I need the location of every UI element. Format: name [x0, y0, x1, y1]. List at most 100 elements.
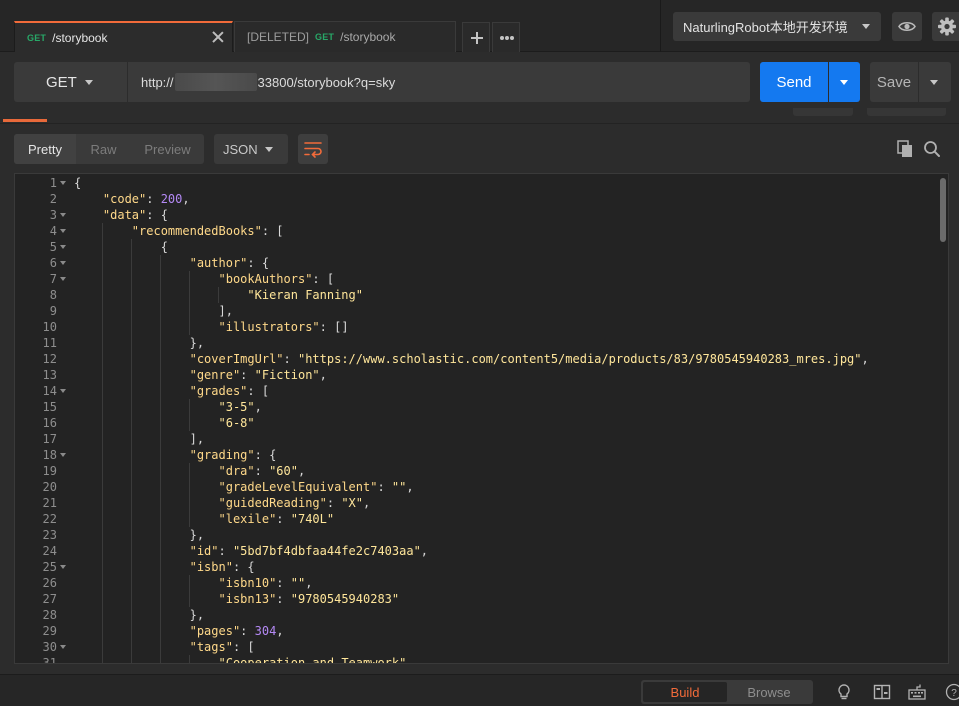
save-button[interactable]: Save — [870, 62, 918, 102]
fold-toggle-icon[interactable] — [60, 181, 66, 185]
new-tab-button[interactable] — [462, 22, 490, 52]
code-token: : [ — [261, 224, 284, 238]
fold-toggle-icon[interactable] — [60, 645, 66, 649]
code-text: "genre": "Fiction", — [190, 367, 327, 383]
code-line: 17], — [15, 431, 935, 447]
indent-guide — [159, 591, 161, 607]
request-tab-deleted-storybook[interactable]: [DELETED] GET /storybook — [234, 21, 456, 52]
code-token: ], — [218, 304, 233, 318]
save-options-button[interactable] — [919, 62, 951, 102]
code-token: , — [861, 352, 869, 366]
environment-quick-look-button[interactable] — [892, 12, 922, 41]
code-token: : [ — [247, 384, 270, 398]
response-body-editor[interactable]: 1{2 "code": 200, 3 "data": {4 "recommendedBo… — [14, 173, 949, 664]
close-icon[interactable] — [210, 29, 226, 45]
code-text: "3-5", — [219, 399, 262, 415]
tab-title: /storybook — [52, 30, 108, 45]
indent-guide — [159, 527, 161, 543]
code-line: 18 "grading": { — [15, 447, 935, 463]
fold-toggle-icon[interactable] — [60, 565, 66, 569]
keyboard-shortcuts-button[interactable] — [908, 683, 926, 701]
code-token: : — [254, 464, 270, 478]
fold-toggle-icon[interactable] — [60, 261, 66, 265]
view-preview-button[interactable]: Preview — [131, 134, 204, 164]
code-token: 304 — [254, 624, 277, 638]
fold-toggle-icon[interactable] — [60, 229, 66, 233]
code-line: 16 "6-8" — [15, 415, 935, 431]
code-text: "bookAuthors": [ — [219, 271, 335, 287]
code-line: 10 "illustrators": [] — [15, 319, 935, 335]
code-text: "pages": 304, — [190, 623, 284, 639]
search-response-button[interactable] — [922, 139, 942, 159]
url-input[interactable]: http:// 33800/storybook?q=sky — [128, 62, 750, 102]
environment-select[interactable]: NaturlingRobot本地开发环境 — [673, 12, 881, 41]
code-token: "isbn" — [189, 560, 233, 574]
indent-guide — [101, 623, 103, 639]
indent-guide — [101, 335, 103, 351]
code-token: "3-5" — [218, 400, 255, 414]
line-number: 12 — [42, 352, 57, 366]
indent-guide — [188, 575, 190, 591]
code-text: "6-8" — [219, 415, 255, 431]
request-tab-storybook[interactable]: GET /storybook — [14, 21, 233, 52]
editor-scrollbar[interactable] — [940, 178, 946, 242]
chevron-down-icon — [862, 24, 870, 29]
indent-guide — [130, 543, 132, 559]
code-line: 14 "grades": [ — [15, 383, 935, 399]
code-token: : — [283, 352, 298, 366]
fold-toggle-icon[interactable] — [60, 213, 66, 217]
line-number: 15 — [42, 400, 57, 414]
indent-guide — [101, 367, 103, 383]
view-pretty-button[interactable]: Pretty — [14, 134, 76, 164]
indent-guide — [101, 223, 103, 239]
tab-deleted-tag: [DELETED] — [247, 30, 310, 44]
indent-guide — [101, 383, 103, 399]
bootcamp-button[interactable] — [835, 683, 853, 701]
send-button[interactable]: Send — [760, 62, 828, 102]
url-prefix: http:// — [141, 74, 174, 90]
build-mode-button[interactable]: Build — [643, 682, 727, 702]
fold-toggle-icon[interactable] — [60, 245, 66, 249]
fold-toggle-icon[interactable] — [60, 453, 66, 457]
code-line: 27 "isbn13": "9780545940283" — [15, 591, 935, 607]
gear-icon — [938, 17, 956, 36]
code-line: 31 "Cooperation and Teamwork" — [15, 655, 935, 663]
help-button[interactable]: ? — [945, 683, 959, 701]
code-line: 20 "gradeLevelEquivalent": "", — [15, 479, 935, 495]
copy-response-button[interactable] — [895, 139, 915, 159]
indent-guide — [101, 399, 103, 415]
fold-toggle-icon[interactable] — [60, 389, 66, 393]
indent-guide — [159, 431, 161, 447]
indent-guide — [130, 335, 132, 351]
code-text: "isbn": { — [190, 559, 255, 575]
browse-mode-button[interactable]: Browse — [727, 682, 811, 702]
indent-guide — [101, 415, 103, 431]
two-pane-view-button[interactable] — [873, 683, 891, 701]
tab-title: /storybook — [340, 30, 396, 44]
response-format-select[interactable]: JSON — [214, 134, 288, 164]
code-text: "code": 200, — [103, 191, 190, 207]
code-text: "grades": [ — [190, 383, 269, 399]
environment-settings-button[interactable] — [932, 12, 959, 41]
code-line: 13 "genre": "Fiction", — [15, 367, 935, 383]
code-line: 29 "pages": 304, — [15, 623, 935, 639]
code-token: , — [319, 368, 327, 382]
send-options-button[interactable] — [829, 62, 860, 102]
view-raw-button[interactable]: Raw — [76, 134, 131, 164]
wrap-lines-button[interactable] — [298, 134, 328, 164]
code-text: "guidedReading": "X", — [219, 495, 371, 511]
code-text: { — [74, 175, 81, 191]
indent-guide — [130, 591, 132, 607]
code-token: : — [326, 496, 342, 510]
method-select[interactable]: GET — [14, 62, 127, 102]
code-line: 6 "author": { — [15, 255, 935, 271]
code-token: "id" — [189, 544, 219, 558]
code-token: : — [218, 544, 233, 558]
fold-toggle-icon[interactable] — [60, 277, 66, 281]
dot-icon — [510, 36, 514, 40]
environment-label: NaturlingRobot本地开发环境 — [683, 20, 848, 35]
indent-guide — [188, 319, 190, 335]
dot-icon — [505, 36, 509, 40]
more-tabs-button[interactable] — [492, 22, 520, 52]
code-token: : — [276, 576, 291, 590]
